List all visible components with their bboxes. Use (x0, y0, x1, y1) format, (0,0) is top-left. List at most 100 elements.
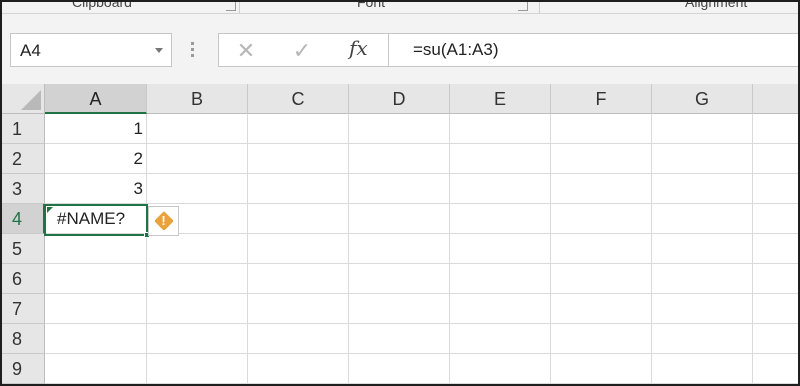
cell-b1[interactable] (147, 114, 248, 144)
cell-d3[interactable] (349, 174, 450, 204)
cell-h2[interactable] (753, 144, 798, 174)
column-header-c[interactable]: C (248, 84, 349, 114)
cell-h9[interactable] (753, 354, 798, 384)
column-header-d[interactable]: D (349, 84, 450, 114)
cell-c1[interactable] (248, 114, 349, 144)
cell-f7[interactable] (551, 294, 652, 324)
cell-a7[interactable] (45, 294, 147, 324)
cell-b5[interactable] (147, 234, 248, 264)
cell-a4[interactable]: #NAME? (45, 204, 147, 234)
cell-h5[interactable] (753, 234, 798, 264)
cell-d5[interactable] (349, 234, 450, 264)
cell-g2[interactable] (652, 144, 753, 174)
cell-c3[interactable] (248, 174, 349, 204)
cell-e8[interactable] (450, 324, 551, 354)
cell-h8[interactable] (753, 324, 798, 354)
cell-h1[interactable] (753, 114, 798, 144)
error-options-button[interactable]: ! (148, 206, 179, 236)
row-header-7[interactable]: 7 (2, 294, 45, 324)
cell-d8[interactable] (349, 324, 450, 354)
cell-b2[interactable] (147, 144, 248, 174)
cell-b8[interactable] (147, 324, 248, 354)
font-launcher-icon[interactable] (518, 2, 528, 11)
cell-g6[interactable] (652, 264, 753, 294)
cell-d2[interactable] (349, 144, 450, 174)
cell-e1[interactable] (450, 114, 551, 144)
cell-a1[interactable]: 1 (45, 114, 147, 144)
column-header-g[interactable]: G (652, 84, 753, 114)
cell-c6[interactable] (248, 264, 349, 294)
cell-a3[interactable]: 3 (45, 174, 147, 204)
cell-d6[interactable] (349, 264, 450, 294)
cell-g4[interactable] (652, 204, 753, 234)
spreadsheet-window: Clipboard Font Alignment A4 ✕ ✓ fx =su(A… (0, 0, 800, 386)
row-header-6[interactable]: 6 (2, 264, 45, 294)
cell-b9[interactable] (147, 354, 248, 384)
cell-d4[interactable] (349, 204, 450, 234)
cell-f5[interactable] (551, 234, 652, 264)
cell-h3[interactable] (753, 174, 798, 204)
formula-input[interactable]: =su(A1:A3) (388, 33, 798, 67)
cell-f1[interactable] (551, 114, 652, 144)
cell-f2[interactable] (551, 144, 652, 174)
row-header-1[interactable]: 1 (2, 114, 45, 144)
cell-c4[interactable] (248, 204, 349, 234)
cell-c7[interactable] (248, 294, 349, 324)
cell-e4[interactable] (450, 204, 551, 234)
cell-h4[interactable] (753, 204, 798, 234)
row-header-2[interactable]: 2 (2, 144, 45, 174)
formula-bar-grip-icon[interactable] (191, 42, 194, 58)
cell-f9[interactable] (551, 354, 652, 384)
row-header-5[interactable]: 5 (2, 234, 45, 264)
cell-c8[interactable] (248, 324, 349, 354)
cell-g8[interactable] (652, 324, 753, 354)
column-header-e[interactable]: E (450, 84, 551, 114)
cell-e9[interactable] (450, 354, 551, 384)
cell-g5[interactable] (652, 234, 753, 264)
cell-d7[interactable] (349, 294, 450, 324)
cell-c2[interactable] (248, 144, 349, 174)
cell-d1[interactable] (349, 114, 450, 144)
cell-e5[interactable] (450, 234, 551, 264)
cell-e7[interactable] (450, 294, 551, 324)
cell-c9[interactable] (248, 354, 349, 384)
name-box-dropdown-icon[interactable] (155, 48, 163, 53)
cell-f6[interactable] (551, 264, 652, 294)
cell-a6[interactable] (45, 264, 147, 294)
cell-g7[interactable] (652, 294, 753, 324)
column-header-h[interactable] (753, 84, 798, 114)
row-header-4[interactable]: 4 (2, 204, 45, 234)
cell-d9[interactable] (349, 354, 450, 384)
cell-e3[interactable] (450, 174, 551, 204)
cell-h6[interactable] (753, 264, 798, 294)
row-header-8[interactable]: 8 (2, 324, 45, 354)
cell-g3[interactable] (652, 174, 753, 204)
cancel-icon[interactable]: ✕ (233, 38, 259, 64)
column-header-b[interactable]: B (147, 84, 248, 114)
cell-f3[interactable] (551, 174, 652, 204)
row-header-3[interactable]: 3 (2, 174, 45, 204)
cell-h7[interactable] (753, 294, 798, 324)
cell-a8[interactable] (45, 324, 147, 354)
cell-e6[interactable] (450, 264, 551, 294)
cell-g9[interactable] (652, 354, 753, 384)
enter-icon[interactable]: ✓ (289, 38, 315, 64)
select-all-button[interactable] (2, 84, 45, 114)
column-header-a[interactable]: A (45, 84, 147, 114)
cell-a2[interactable]: 2 (45, 144, 147, 174)
cell-b7[interactable] (147, 294, 248, 324)
cell-g1[interactable] (652, 114, 753, 144)
cell-c5[interactable] (248, 234, 349, 264)
cell-e2[interactable] (450, 144, 551, 174)
cell-a5[interactable] (45, 234, 147, 264)
insert-function-icon[interactable]: fx (349, 36, 368, 60)
cell-f4[interactable] (551, 204, 652, 234)
cell-b6[interactable] (147, 264, 248, 294)
name-box[interactable]: A4 (10, 33, 172, 67)
cell-b3[interactable] (147, 174, 248, 204)
row-header-9[interactable]: 9 (2, 354, 45, 384)
clipboard-launcher-icon[interactable] (226, 2, 236, 11)
column-header-f[interactable]: F (551, 84, 652, 114)
cell-a9[interactable] (45, 354, 147, 384)
cell-f8[interactable] (551, 324, 652, 354)
